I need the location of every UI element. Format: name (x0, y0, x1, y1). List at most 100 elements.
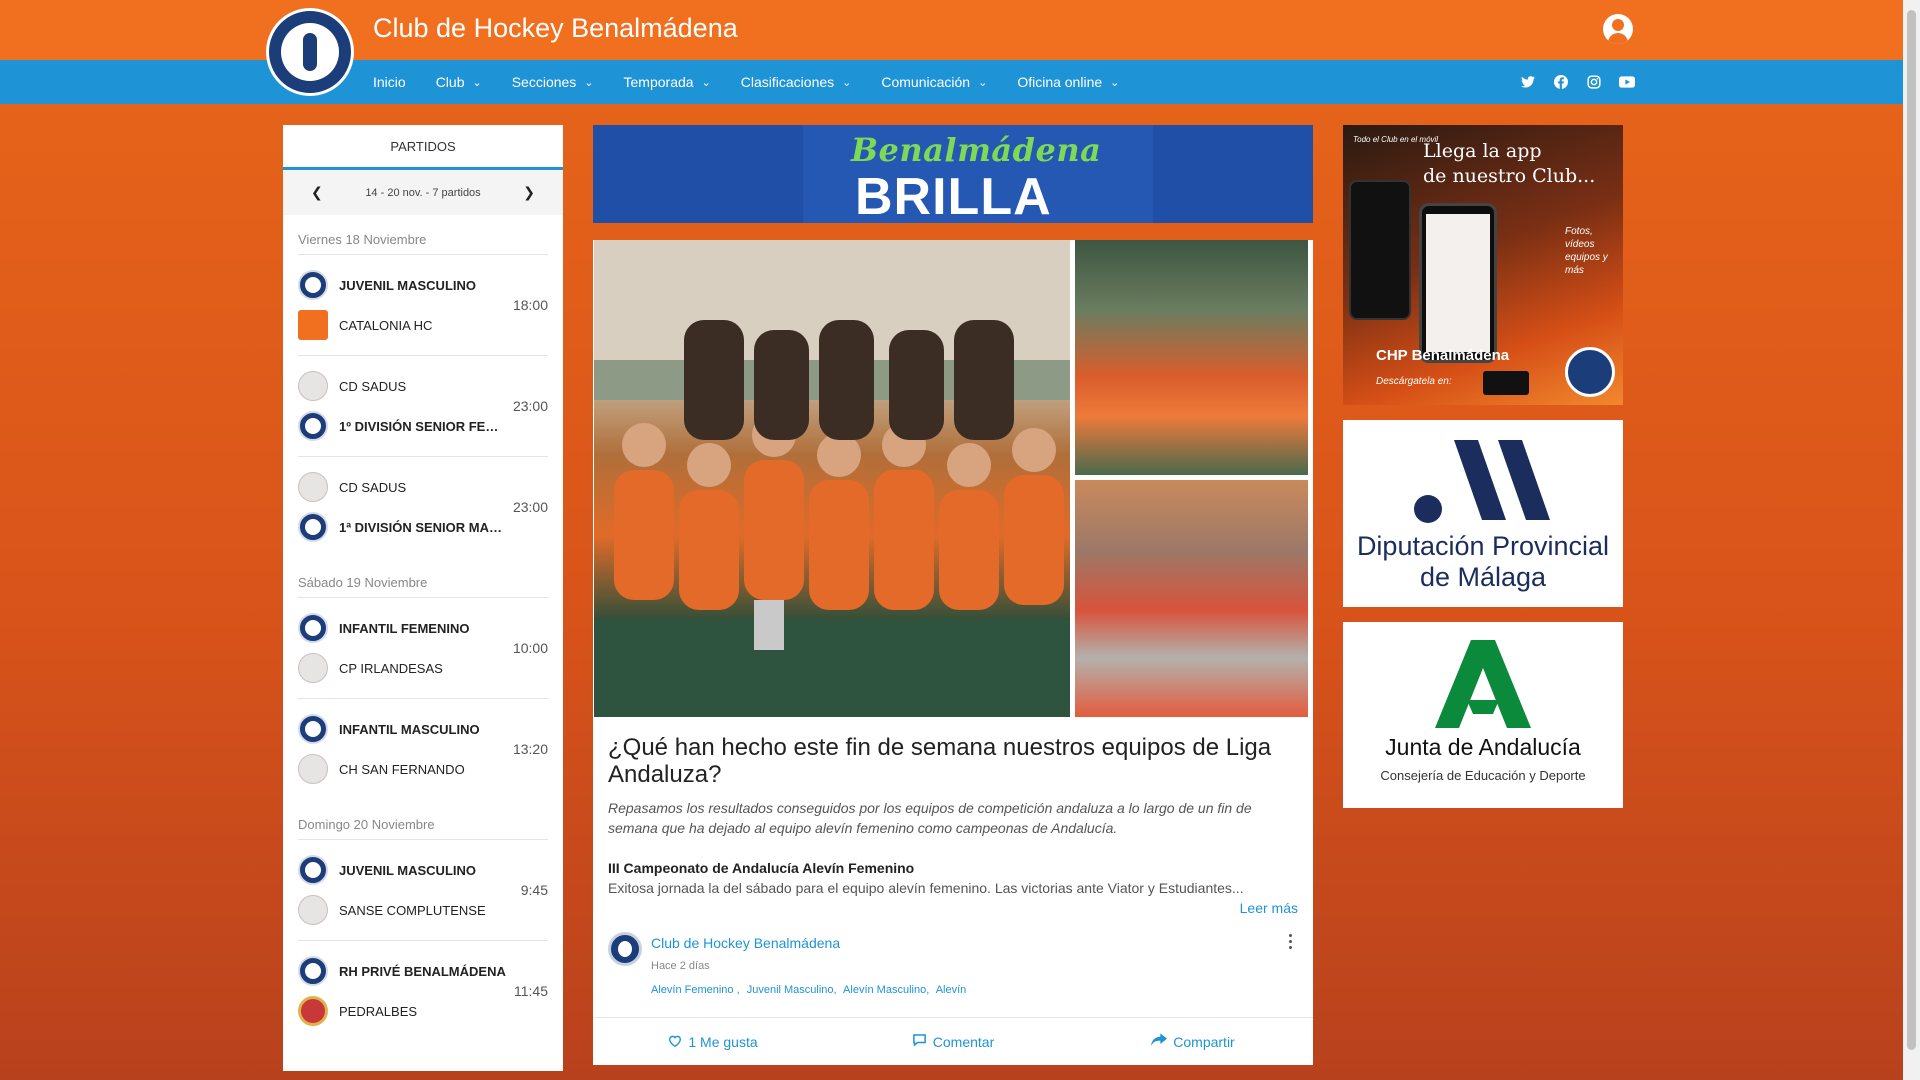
phone-mockup-icon (1349, 180, 1411, 320)
team-name: INFANTIL FEMENINO (339, 620, 470, 636)
share-button[interactable]: Compartir (1073, 1033, 1313, 1050)
author-name[interactable]: Club de Hockey Benalmádena (651, 935, 840, 951)
nav-item-secciones[interactable]: Secciones ⌄ (512, 74, 594, 90)
team-name: PEDRALBES (339, 1003, 418, 1019)
home-team: INFANTIL MASCULINO (298, 714, 509, 744)
catalonia-crest-icon (298, 310, 328, 340)
nav-item-temporada[interactable]: Temporada ⌄ (624, 74, 711, 90)
chevron-left-icon[interactable]: ❮ (311, 184, 323, 201)
match-row[interactable]: INFANTIL FEMENINO CP IRLANDESAS 10:00 (298, 598, 548, 699)
home-team: CD SADUS (298, 472, 509, 502)
read-more-link[interactable]: Leer más (1240, 900, 1298, 916)
instagram-icon[interactable] (1586, 74, 1602, 90)
team-photo-secondary[interactable] (1075, 240, 1308, 475)
diputacion-malaga-ad[interactable]: Diputación Provincial de Málaga (1343, 420, 1623, 607)
tag-link[interactable]: Juvenil Masculino, (747, 984, 837, 996)
author-avatar[interactable] (608, 932, 642, 966)
away-team: 1º DIVISIÓN SENIOR FEMENINO (298, 411, 509, 441)
match-time: 23:00 (512, 398, 548, 414)
nav-menu: Inicio Club ⌄ Secciones ⌄ Temporada ⌄ Clasi… (373, 60, 1149, 104)
app-ad-side-text: Fotos, vídeos equipos y más (1565, 226, 1608, 276)
phone-mockup-icon (1419, 203, 1497, 363)
chevron-down-icon: ⌄ (701, 76, 711, 89)
pedralbes-crest-icon (298, 996, 328, 1026)
app-ad-headline-2: de nuestro Club... (1423, 165, 1596, 187)
junta-logo-icon (1435, 640, 1531, 728)
club-logo[interactable] (266, 8, 354, 96)
home-team: JUVENIL MASCULINO (298, 270, 509, 300)
comment-icon (912, 1033, 927, 1050)
tag-link[interactable]: Alevín (936, 984, 967, 996)
home-team: RH PRIVÉ BENALMÁDENA (298, 956, 509, 986)
tag-link[interactable]: Alevín Masculino, (843, 984, 929, 996)
junta-line-1: Junta de Andalucía (1385, 734, 1581, 760)
diputacion-logo-icon (1414, 440, 1550, 523)
more-options-icon[interactable] (1287, 932, 1293, 950)
tag-link[interactable]: Alevín Femenino , (651, 984, 740, 996)
page-scrollbar[interactable] (1903, 0, 1920, 1080)
chevron-down-icon: ⌄ (842, 76, 852, 89)
team-name: JUVENIL MASCULINO (339, 277, 476, 293)
facebook-icon[interactable] (1553, 74, 1569, 90)
team-name: CD SADUS (339, 378, 407, 394)
share-icon (1151, 1033, 1168, 1050)
match-time: 13:20 (512, 741, 548, 757)
nav-item-clasificaciones[interactable]: Clasificaciones ⌄ (741, 74, 852, 90)
match-row[interactable]: JUVENIL MASCULINO SANSE COMPLUTENSE 9:45 (298, 840, 548, 941)
matches-panel: PARTIDOS ❮ 14 - 20 nov. - 7 partidos ❯ V… (283, 125, 563, 1071)
home-team: JUVENIL MASCULINO (298, 855, 509, 885)
week-selector: ❮ 14 - 20 nov. - 7 partidos ❯ (283, 170, 563, 215)
like-button[interactable]: 1 Me gusta (593, 1034, 833, 1050)
nav-item-club[interactable]: Club ⌄ (436, 74, 482, 90)
team-name: JUVENIL MASCULINO (339, 862, 476, 878)
post-tags: Alevín Femenino , Juvenil Masculino, Ale… (651, 984, 970, 996)
post-title[interactable]: ¿Qué han hecho este fin de semana nuestr… (608, 734, 1298, 788)
away-team: CP IRLANDESAS (298, 653, 509, 683)
chevron-down-icon: ⌄ (584, 76, 594, 89)
scrollbar-thumb[interactable] (1907, 10, 1916, 1050)
tab-partidos[interactable]: PARTIDOS (283, 125, 563, 170)
team-name: CATALONIA HC (339, 317, 433, 333)
nav-item-oficina-online[interactable]: Oficina online ⌄ (1017, 74, 1119, 90)
match-row[interactable]: CD SADUS 1º DIVISIÓN SENIOR FEMENINO 23:… (298, 356, 548, 457)
match-row[interactable]: JUVENIL MASCULINO CATALONIA HC 18:00 (298, 255, 548, 356)
club-crest-icon (298, 270, 328, 300)
sadus-crest-icon (298, 371, 328, 401)
junta-line-2: Consejería de Educación y Deporte (1380, 768, 1586, 783)
nav-item-label: Temporada (623, 74, 694, 90)
team-photo-tertiary[interactable] (1075, 480, 1308, 717)
user-account-icon[interactable] (1603, 14, 1633, 44)
team-photo-main[interactable] (594, 240, 1070, 717)
post-photo-gallery[interactable] (594, 240, 1312, 717)
day-header: Sábado 19 Noviembre (298, 558, 548, 598)
youtube-icon[interactable] (1619, 74, 1635, 90)
match-row[interactable]: INFANTIL MASCULINO CH SAN FERNANDO 13:20 (298, 699, 548, 800)
site-title[interactable]: Club de Hockey Benalmádena (373, 13, 738, 44)
club-crest-icon (1565, 347, 1615, 397)
away-team: SANSE COMPLUTENSE (298, 895, 509, 925)
junta-andalucia-ad[interactable]: Junta de Andalucía Consejería de Educaci… (1343, 622, 1623, 808)
news-post: ¿Qué han hecho este fin de semana nuestr… (593, 240, 1313, 1065)
away-team: CH SAN FERNANDO (298, 754, 509, 784)
team-name: CD SADUS (339, 479, 407, 495)
nav-item-comunicacion[interactable]: Comunicación ⌄ (881, 74, 987, 90)
social-links (1520, 60, 1652, 104)
app-store-badge-icon (1483, 371, 1529, 395)
comment-button[interactable]: Comentar (833, 1033, 1073, 1050)
banner-line-1: Benalmádena (851, 131, 1102, 169)
phone-screen (1426, 214, 1490, 352)
nav-item-inicio[interactable]: Inicio (373, 74, 406, 90)
chevron-right-icon[interactable]: ❯ (523, 184, 535, 201)
twitter-icon[interactable] (1520, 74, 1536, 90)
match-time: 10:00 (512, 640, 548, 656)
team-name: CP IRLANDESAS (339, 660, 443, 676)
team-photo-illustration (594, 240, 1070, 717)
match-row[interactable]: RH PRIVÉ BENALMÁDENA PEDRALBES 11:45 (298, 941, 548, 1042)
app-promo-ad[interactable]: Todo el Club en el móvil Llega la app de … (1343, 125, 1623, 405)
app-ad-headline-1: Llega la app (1423, 140, 1542, 162)
app-ad-download: Descárgatela en: (1376, 376, 1452, 387)
benalmadena-brilla-banner[interactable]: Benalmádena BRILLA (593, 125, 1313, 223)
week-label: 14 - 20 nov. - 7 partidos (365, 186, 481, 199)
match-row[interactable]: CD SADUS 1ª DIVISIÓN SENIOR MASCULINO 23… (298, 457, 548, 558)
post-excerpt: Exitosa jornada la del sábado para el eq… (608, 880, 1244, 896)
